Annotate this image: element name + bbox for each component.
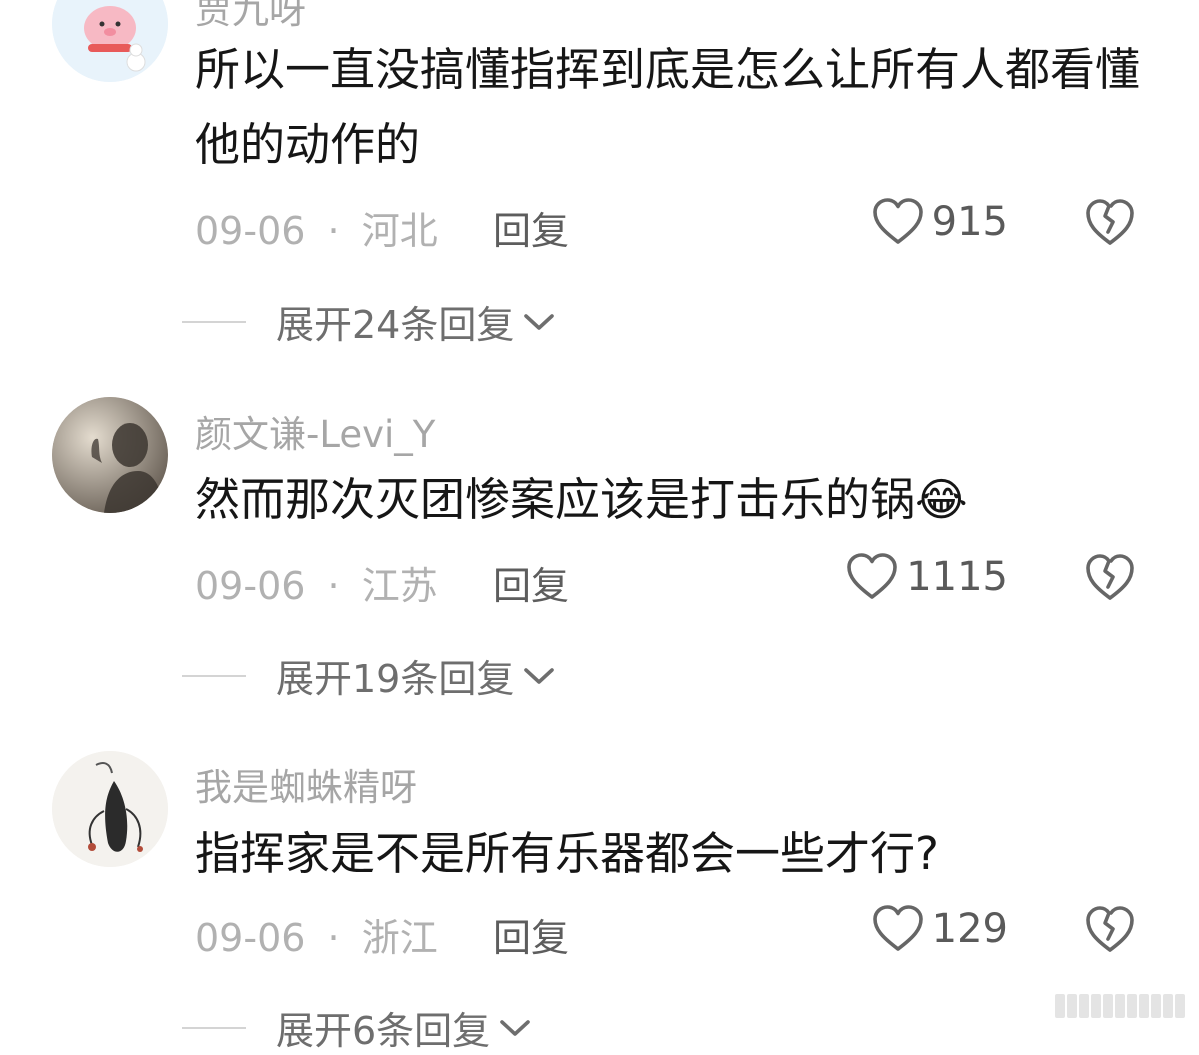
comment-text: 所以一直没搞懂指挥到底是怎么让所有人都看懂他的动作的 — [195, 43, 1141, 171]
broken-heart-icon — [1086, 199, 1134, 245]
comment-text: 指挥家是不是所有乐器都会一些才行? — [195, 827, 939, 880]
broken-heart-icon — [1086, 906, 1134, 952]
like-count: 129 — [931, 906, 1008, 952]
comment-location: 浙江 — [361, 916, 438, 960]
expand-replies[interactable]: 展开19条回复 — [182, 648, 556, 703]
reply-button[interactable]: 回复 — [493, 555, 569, 610]
heart-outline-icon — [872, 905, 923, 951]
comment-location: 江苏 — [361, 564, 438, 608]
comment-location: 河北 — [361, 209, 438, 253]
expand-replies[interactable]: 展开24条回复 — [182, 294, 556, 349]
avatar[interactable] — [52, 397, 168, 513]
comment-date: 09-06 — [195, 209, 306, 253]
comment-date: 09-06 — [195, 916, 306, 960]
reply-button[interactable]: 回复 — [493, 907, 569, 962]
comment-text: 然而那次灭团惨案应该是打击乐的锅😂 — [195, 473, 968, 526]
username[interactable]: 颜文谦-Levi_Y — [195, 404, 435, 458]
divider-line — [182, 674, 246, 677]
avatar[interactable] — [52, 751, 168, 867]
comment-meta: 09-06 · 浙江 — [195, 907, 438, 962]
comment-meta: 09-06 · 河北 — [195, 200, 438, 255]
meta-separator: · — [327, 564, 340, 608]
heart-outline-icon — [847, 553, 898, 599]
username[interactable]: 我是蜘蛛精呀 — [195, 757, 417, 811]
divider-line — [182, 320, 246, 323]
watermark — [1055, 994, 1185, 1018]
like-button[interactable]: 129 — [872, 905, 1008, 953]
dislike-button[interactable] — [1085, 198, 1135, 248]
chevron-down-icon — [524, 667, 555, 684]
meta-separator: · — [327, 209, 340, 253]
avatar[interactable] — [52, 0, 168, 82]
reply-button[interactable]: 回复 — [493, 200, 569, 255]
divider-line — [182, 1026, 246, 1029]
expand-replies[interactable]: 展开6条回复 — [182, 1000, 532, 1055]
laughing-crying-emoji-icon: 😂 — [915, 473, 968, 526]
meta-separator: · — [327, 916, 340, 960]
broken-heart-icon — [1086, 554, 1134, 600]
like-button[interactable]: 915 — [872, 198, 1008, 246]
chevron-down-icon — [500, 1019, 530, 1036]
expand-replies-label: 展开19条回复 — [276, 657, 515, 701]
dislike-button[interactable] — [1085, 905, 1135, 955]
comment-meta: 09-06 · 江苏 — [195, 555, 438, 610]
comment-date: 09-06 — [195, 564, 306, 608]
expand-replies-label: 展开24条回复 — [276, 303, 515, 347]
expand-replies-label: 展开6条回复 — [276, 1009, 491, 1053]
like-count: 1115 — [906, 554, 1008, 600]
like-button[interactable]: 1115 — [846, 553, 1008, 601]
chevron-down-icon — [524, 313, 555, 330]
dislike-button[interactable] — [1085, 553, 1135, 603]
like-count: 915 — [931, 199, 1008, 245]
username[interactable]: 贾九呀 — [195, 0, 306, 34]
heart-outline-icon — [872, 198, 923, 244]
